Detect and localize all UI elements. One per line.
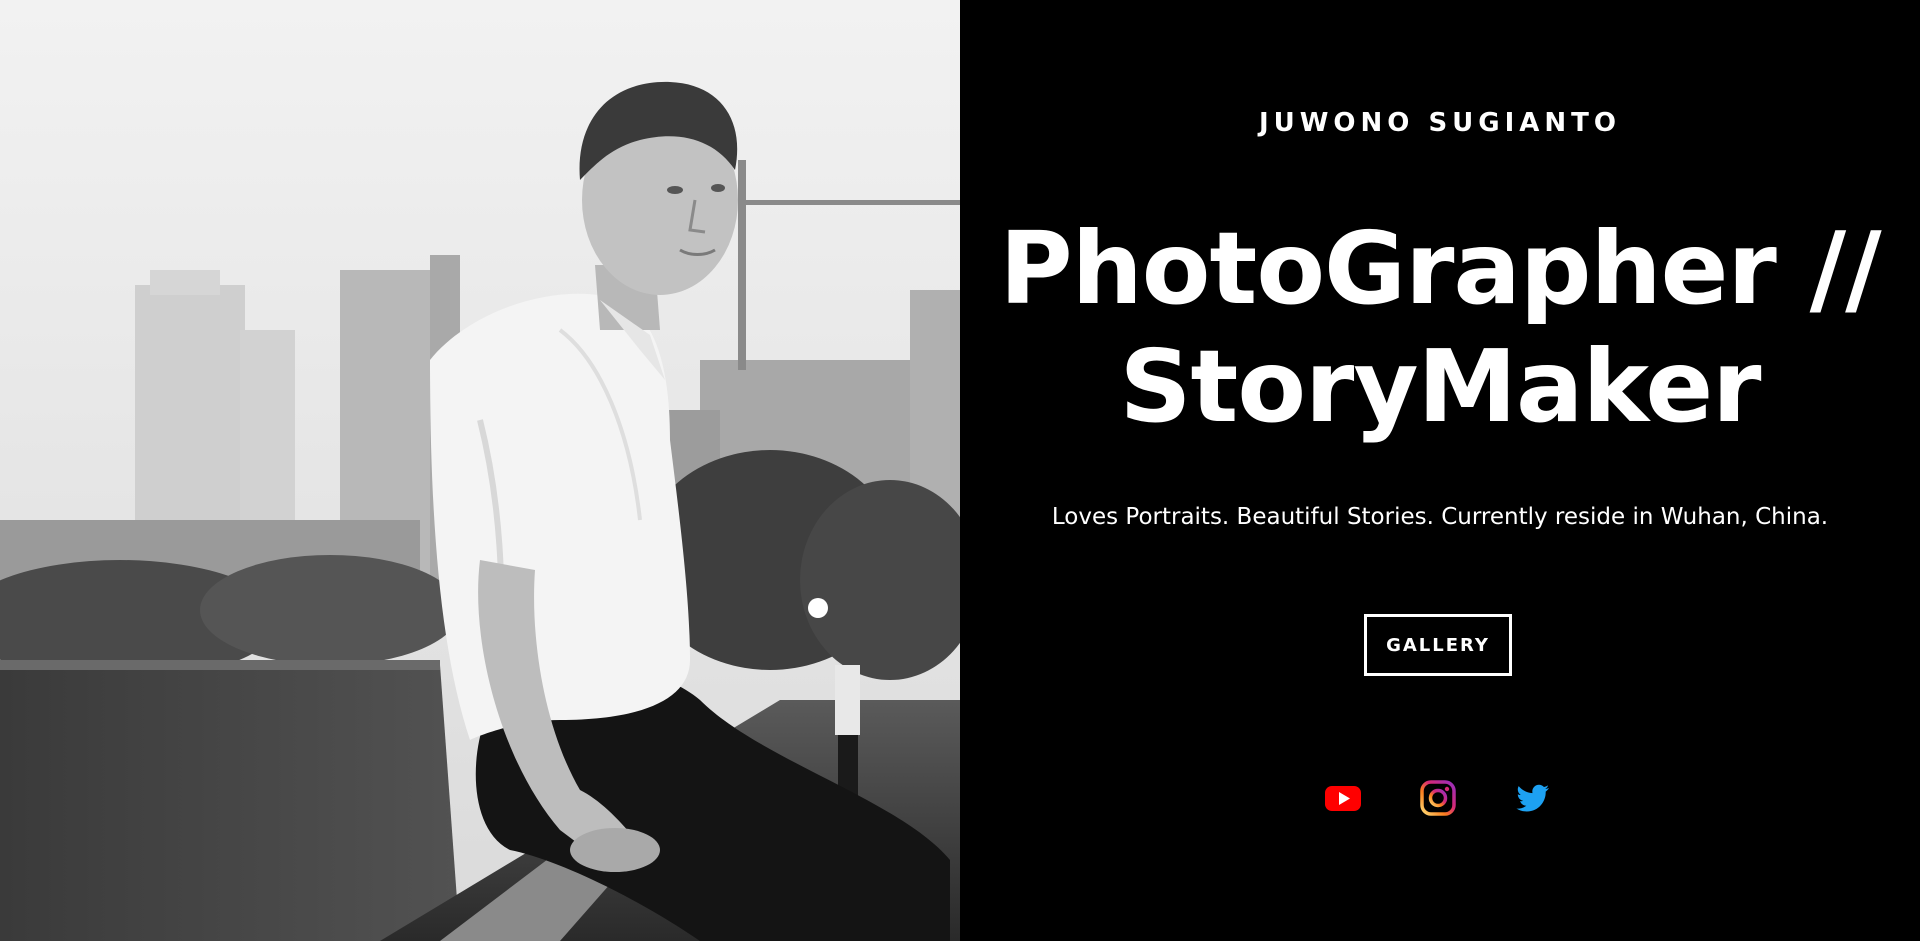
hero-panel: JUWONO SUGIANTO PhotoGrapher // StoryMak…	[960, 0, 1920, 941]
twitter-icon	[1516, 784, 1549, 812]
portrait-photo	[0, 0, 960, 941]
instagram-icon	[1420, 780, 1456, 816]
youtube-icon	[1325, 786, 1361, 811]
landing-page: JUWONO SUGIANTO PhotoGrapher // StoryMak…	[0, 0, 1920, 941]
hero-headline: PhotoGrapher // StoryMaker	[960, 210, 1920, 446]
photographer-name: JUWONO SUGIANTO	[1258, 108, 1622, 138]
hero-tagline: Loves Portraits. Beautiful Stories. Curr…	[1051, 504, 1829, 530]
twitter-link[interactable]	[1513, 778, 1553, 818]
instagram-link[interactable]	[1418, 778, 1458, 818]
social-links	[1323, 778, 1553, 818]
headline-line-2: StoryMaker	[1119, 328, 1762, 445]
portrait-photo-graphic	[0, 0, 960, 941]
headline-line-1: PhotoGrapher //	[999, 210, 1881, 327]
gallery-button[interactable]: GALLERY	[1364, 614, 1512, 676]
youtube-link[interactable]	[1323, 778, 1363, 818]
